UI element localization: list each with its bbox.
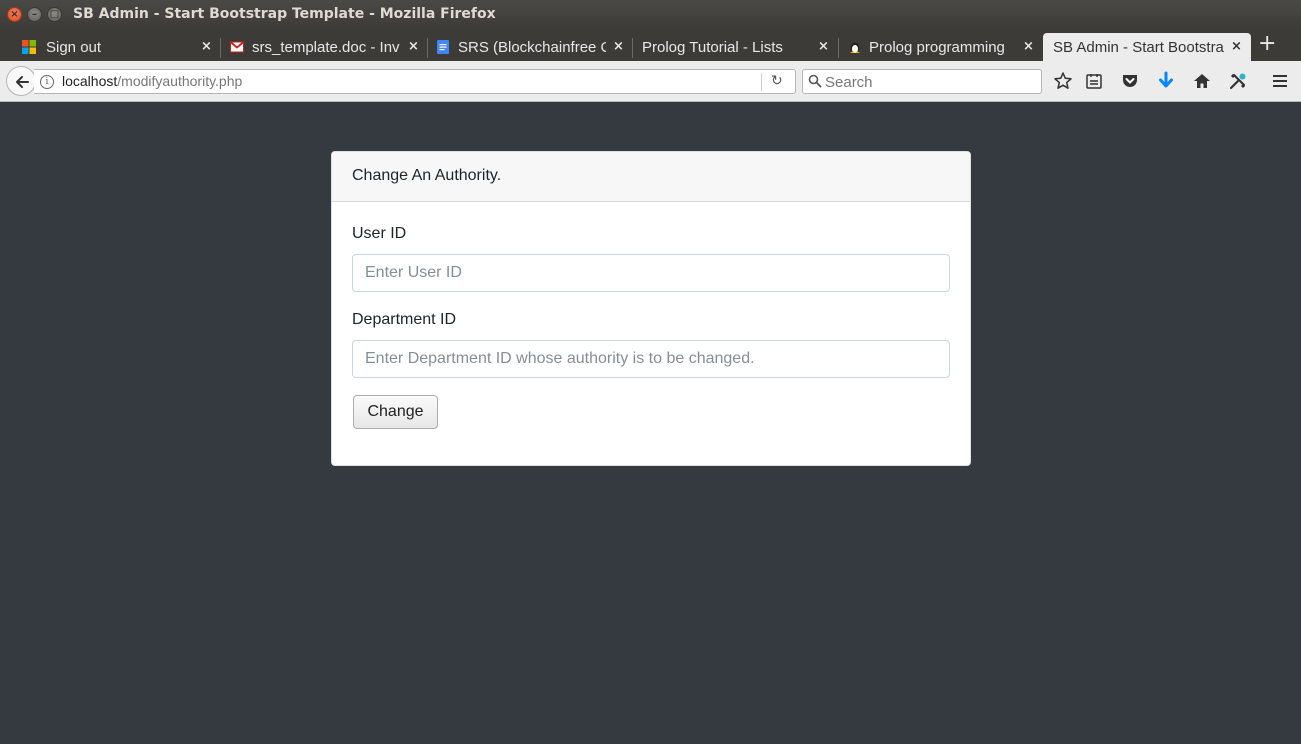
tab-separator: [220, 38, 221, 58]
back-arrow-icon: [16, 76, 29, 88]
new-tab-icon[interactable]: +: [1258, 33, 1276, 55]
department-id-label: Department ID: [352, 311, 457, 328]
back-button[interactable]: [6, 66, 36, 96]
tab-label: SRS (Blockchainfree C: [458, 39, 606, 56]
change-authority-card: Change An Authority. User ID Department …: [331, 151, 971, 466]
tab-sign-out[interactable]: Sign out ×: [16, 33, 216, 61]
maximize-icon: □: [49, 9, 60, 20]
close-icon: ×: [10, 9, 19, 20]
search-bar[interactable]: [802, 69, 1042, 94]
microsoft-logo-icon: [22, 40, 36, 54]
tab-srs-template[interactable]: srs_template.doc - Inv ×: [224, 33, 424, 61]
home-icon[interactable]: [1192, 71, 1212, 91]
tools-extension-icon[interactable]: [1228, 71, 1248, 91]
address-bar[interactable]: i localhost/modifyauthority.php ↻: [34, 69, 796, 94]
tab-prolog-tutorial[interactable]: Prolog Tutorial - Lists ×: [636, 33, 836, 61]
window-titlebar: × – □ SB Admin - Start Bootstrap Templat…: [0, 0, 1301, 30]
tab-bar: Sign out × srs_template.doc - Inv × SRS …: [0, 30, 1301, 61]
navigation-toolbar: i localhost/modifyauthority.php ↻: [0, 61, 1301, 102]
department-id-input[interactable]: [352, 340, 950, 378]
tab-label: srs_template.doc - Inv: [252, 39, 400, 56]
reading-list-icon[interactable]: [1084, 71, 1104, 91]
tab-srs-docs[interactable]: SRS (Blockchainfree C ×: [430, 33, 630, 61]
reload-separator: [761, 73, 762, 91]
tab-separator: [838, 38, 839, 58]
tab-close-icon[interactable]: ×: [408, 39, 419, 54]
tab-close-icon[interactable]: ×: [201, 39, 212, 54]
hamburger-menu-icon[interactable]: [1270, 71, 1290, 91]
tab-label: Sign out: [46, 39, 102, 56]
url-host: localhost: [62, 73, 118, 89]
tab-label: SB Admin - Start Bootstra: [1053, 39, 1224, 56]
window-maximize-button[interactable]: □: [47, 7, 62, 22]
tab-label: Prolog Tutorial - Lists: [642, 39, 783, 56]
card-title: Change An Authority.: [332, 152, 970, 202]
tab-close-icon[interactable]: ×: [818, 39, 829, 54]
minimize-icon: –: [32, 9, 37, 20]
bookmark-star-icon[interactable]: [1053, 71, 1073, 91]
gmail-icon: [230, 41, 244, 53]
reload-icon[interactable]: ↻: [771, 73, 783, 89]
tab-prolog-programming[interactable]: Prolog programming ×: [842, 33, 1040, 61]
tab-close-icon[interactable]: ×: [1231, 39, 1242, 54]
linux-penguin-icon: [850, 42, 860, 54]
pocket-icon[interactable]: [1120, 71, 1140, 91]
window-close-button[interactable]: ×: [7, 7, 22, 22]
search-input[interactable]: [825, 72, 1035, 92]
tab-label: Prolog programming: [869, 39, 1005, 56]
download-arrow-icon[interactable]: [1156, 71, 1176, 91]
tab-separator: [632, 38, 633, 58]
tab-close-icon[interactable]: ×: [1023, 39, 1034, 54]
search-icon: [808, 74, 822, 88]
tab-close-icon[interactable]: ×: [613, 39, 624, 54]
window-title: SB Admin - Start Bootstrap Template - Mo…: [73, 6, 496, 22]
user-id-input[interactable]: [352, 254, 950, 292]
site-info-icon[interactable]: i: [40, 75, 54, 89]
url-path: /modifyauthority.php: [117, 73, 243, 89]
tab-separator: [427, 38, 428, 58]
change-button[interactable]: Change: [353, 395, 438, 429]
url-text: localhost/modifyauthority.php: [62, 73, 242, 89]
user-id-label: User ID: [352, 225, 407, 242]
google-docs-icon: [437, 40, 449, 54]
tab-sb-admin[interactable]: SB Admin - Start Bootstra ×: [1043, 33, 1251, 61]
window-minimize-button[interactable]: –: [27, 7, 42, 22]
